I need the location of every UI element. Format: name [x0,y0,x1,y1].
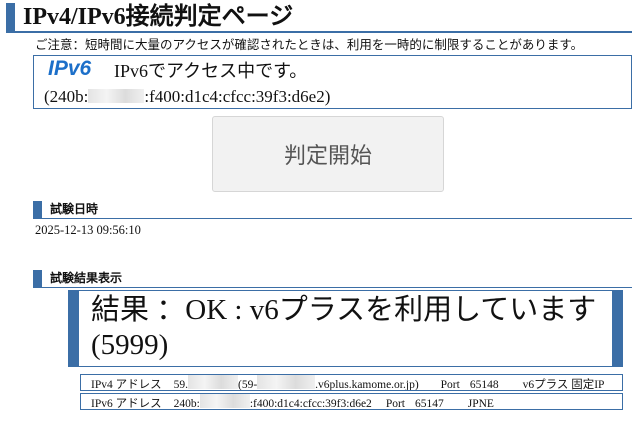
ipv6-port-label: Port [385,398,405,410]
ipv4-port-label: Port [440,379,460,391]
ipv4-port-value: 65148 [469,379,499,391]
ipv6-logo: IPv6 [48,57,92,80]
ipv4-host-suffix: .v6plus.kamome.or.jp) [315,379,419,391]
masked-address-segment [88,89,145,103]
ipv6-address-suffix: :f400:d1c4:cfcc:39f3:d6e2 [249,398,372,410]
address-prefix: (240b: [44,87,89,106]
masked-address-segment [199,394,250,408]
test-datetime-value: 2025-12-13 09:56:10 [35,223,141,237]
ipv4-host-prefix: (59- [237,379,258,391]
ipv6-port-value: 65147 [414,398,444,410]
usage-notice: ご注意：短時間に大量のアクセスが確認されたときは、利用を一時的に制限することがあ… [35,38,584,52]
ipv4-label: IPv4 アドレス [91,379,162,391]
test-results-heading: 試験結果表示 [33,270,632,288]
masked-host-segment [257,375,316,389]
masked-address-segment [187,375,238,389]
ipv6-address-prefix: 240b: [173,398,200,410]
result-summary-text: 結果 ：OK : v6プラスを利用しています(5999) [91,294,597,361]
test-datetime-heading: 試験日時 [33,201,632,219]
connection-status-message: IPv6でアクセス中です。 [114,61,308,81]
ipv6-provider: JPNE [467,398,494,410]
result-summary-box: 結果 ：OK : v6プラスを利用しています(5999) [68,290,623,367]
address-suffix: :f400:d1c4:cfcc:39f3:d6e2) [144,87,331,106]
page-title: IPv4/IPv6接続判定ページ [6,3,632,33]
connection-status-box: IPv6 IPv6でアクセス中です。 (240b: :f400:d1c4:cfcc… [33,55,632,109]
ipv4-address-prefix: 59. [173,379,188,391]
client-ipv6-address: (240b: :f400:d1c4:cfcc:39f3:d6e2) [44,87,330,107]
ipv6-detail-row: IPv6 アドレス 240b: :f400:d1c4:cfcc:39f3:d6e2 P… [80,393,623,410]
start-test-button[interactable]: 判定開始 [212,116,444,192]
ipv4-service: v6プラス 固定IP [522,379,605,391]
ipv4-detail-row: IPv4 アドレス 59. (59- .v6plus.kamome.or.jp) Por… [80,374,623,391]
ipv6-label: IPv6 アドレス [91,398,162,410]
